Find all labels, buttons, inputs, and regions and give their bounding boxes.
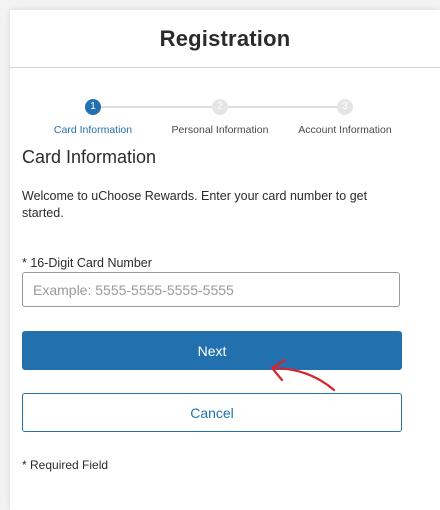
step-1-indicator: 1 xyxy=(85,99,101,115)
step-3-indicator: 3 xyxy=(337,99,353,115)
card-number-label: * 16-Digit Card Number xyxy=(22,256,152,270)
required-field-note: * Required Field xyxy=(22,458,109,472)
step-connector-1-2 xyxy=(96,106,212,108)
next-button[interactable]: Next xyxy=(22,331,402,370)
cancel-button[interactable]: Cancel xyxy=(22,393,402,432)
card-header: Registration xyxy=(10,10,440,68)
step-connector-2-3 xyxy=(228,106,344,108)
step-1-label: Card Information xyxy=(53,124,133,136)
card-number-input[interactable] xyxy=(22,272,400,307)
section-title: Card Information xyxy=(22,147,157,167)
progress-stepper: 1 2 3 Card Information Personal Informat… xyxy=(10,97,440,149)
step-2-label: Personal Information xyxy=(171,124,269,136)
page-title: Registration xyxy=(159,25,291,51)
welcome-text: Welcome to uChoose Rewards. Enter your c… xyxy=(22,189,368,220)
step-2-indicator: 2 xyxy=(212,99,228,115)
step-3-label: Account Information xyxy=(298,124,392,136)
